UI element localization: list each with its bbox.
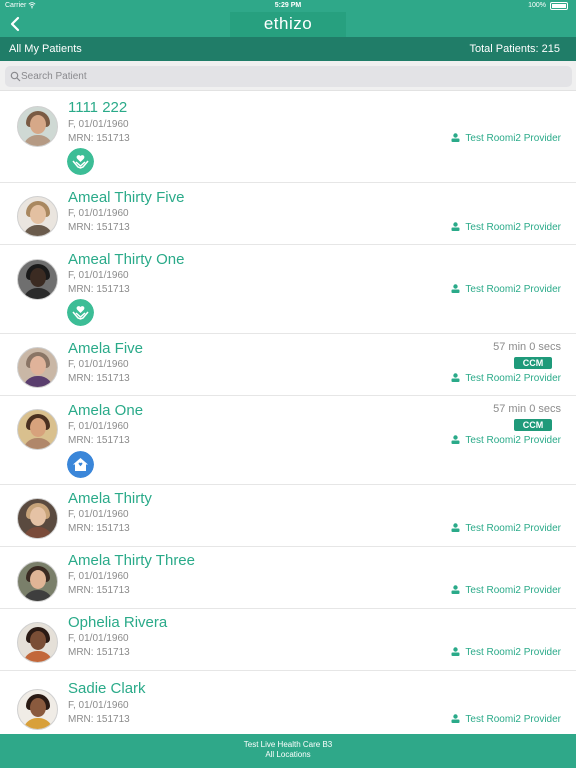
- patient-name: Ophelia Rivera: [68, 614, 168, 631]
- list-title: All My Patients: [9, 43, 82, 55]
- patient-row[interactable]: Amela Thirty Three F, 01/01/1960 MRN: 15…: [0, 547, 576, 609]
- patient-name: Amela One: [68, 402, 144, 419]
- provider-name: Test Roomi2 Provider: [465, 714, 561, 725]
- provider-name: Test Roomi2 Provider: [465, 284, 561, 295]
- ccm-badge: CCM: [514, 419, 552, 431]
- provider-name: Test Roomi2 Provider: [465, 435, 561, 446]
- back-chevron-icon[interactable]: [6, 14, 26, 34]
- list-header: All My Patients Total Patients: 215: [0, 37, 576, 61]
- patient-avatar: [17, 259, 58, 300]
- patient-mrn: MRN: 151713: [68, 714, 130, 725]
- search-bar: [0, 61, 576, 91]
- ccm-badge: CCM: [514, 357, 552, 369]
- patient-avatar: [17, 622, 58, 663]
- patient-name: Ameal Thirty One: [68, 251, 185, 268]
- patient-gender-dob: F, 01/01/1960: [68, 509, 129, 520]
- provider-name: Test Roomi2 Provider: [465, 222, 561, 233]
- app-logo: ethizo: [230, 12, 346, 37]
- search-box[interactable]: [5, 66, 572, 87]
- patient-name: Ameal Thirty Five: [68, 189, 185, 206]
- patient-gender-dob: F, 01/01/1960: [68, 700, 129, 711]
- provider-link[interactable]: Test Roomi2 Provider: [451, 222, 561, 233]
- patient-mrn: MRN: 151713: [68, 585, 130, 596]
- patient-avatar: [17, 196, 58, 237]
- patient-mrn: MRN: 151713: [68, 284, 130, 295]
- facility-name: Test Live Health Care B3: [243, 740, 333, 749]
- provider-link[interactable]: Test Roomi2 Provider: [451, 585, 561, 596]
- patient-avatar: [17, 106, 58, 147]
- patient-name: Amela Five: [68, 340, 144, 357]
- status-bar: Carrier 5:29 PM 100%: [0, 0, 576, 12]
- provider-link[interactable]: Test Roomi2 Provider: [451, 373, 561, 384]
- session-timer: 57 min 0 secs: [493, 403, 561, 415]
- person-icon: [451, 133, 460, 142]
- search-input[interactable]: [21, 66, 561, 87]
- patient-name: Amela Thirty: [68, 490, 152, 507]
- patient-row[interactable]: Ophelia Rivera F, 01/01/1960 MRN: 151713…: [0, 609, 576, 671]
- person-icon: [451, 585, 460, 594]
- person-icon: [451, 647, 460, 656]
- care-program-icon: [67, 148, 94, 175]
- patient-row[interactable]: Amela One 57 min 0 secs CCM F, 01/01/196…: [0, 396, 576, 485]
- patient-gender-dob: F, 01/01/1960: [68, 633, 129, 644]
- patient-mrn: MRN: 151713: [68, 222, 130, 233]
- patient-avatar: [17, 347, 58, 388]
- patient-gender-dob: F, 01/01/1960: [68, 119, 129, 130]
- patient-avatar: [17, 409, 58, 450]
- patient-avatar: [17, 498, 58, 539]
- care-program-icon: [67, 299, 94, 326]
- provider-name: Test Roomi2 Provider: [465, 585, 561, 596]
- location-scope: All Locations: [265, 750, 311, 759]
- patient-list: 1111 222 F, 01/01/1960 MRN: 151713 Test …: [0, 92, 576, 734]
- patient-row[interactable]: Sadie Clark F, 01/01/1960 MRN: 151713 Te…: [0, 671, 576, 734]
- patient-avatar: [17, 561, 58, 602]
- provider-name: Test Roomi2 Provider: [465, 647, 561, 658]
- person-icon: [451, 435, 460, 444]
- patient-mrn: MRN: 151713: [68, 435, 130, 446]
- total-patients-count: Total Patients: 215: [469, 43, 560, 55]
- battery-icon: [550, 2, 568, 10]
- person-icon: [451, 222, 460, 231]
- patient-mrn: MRN: 151713: [68, 647, 130, 658]
- provider-link[interactable]: Test Roomi2 Provider: [451, 435, 561, 446]
- patient-row[interactable]: Amela Thirty F, 01/01/1960 MRN: 151713 T…: [0, 485, 576, 547]
- provider-link[interactable]: Test Roomi2 Provider: [451, 523, 561, 534]
- provider-name: Test Roomi2 Provider: [465, 133, 561, 144]
- patient-gender-dob: F, 01/01/1960: [68, 421, 129, 432]
- location-footer[interactable]: Test Live Health Care B3 All Locations: [0, 734, 576, 768]
- person-icon: [451, 523, 460, 532]
- provider-link[interactable]: Test Roomi2 Provider: [451, 284, 561, 295]
- person-icon: [451, 284, 460, 293]
- patient-row[interactable]: Ameal Thirty Five F, 01/01/1960 MRN: 151…: [0, 183, 576, 245]
- patient-gender-dob: F, 01/01/1960: [68, 571, 129, 582]
- patient-gender-dob: F, 01/01/1960: [68, 270, 129, 281]
- patient-mrn: MRN: 151713: [68, 373, 130, 384]
- battery-percent: 100%: [528, 2, 546, 9]
- patient-gender-dob: F, 01/01/1960: [68, 359, 129, 370]
- patient-avatar: [17, 689, 58, 730]
- nav-bar: ethizo: [0, 12, 576, 37]
- patient-row[interactable]: Ameal Thirty One F, 01/01/1960 MRN: 1517…: [0, 245, 576, 334]
- provider-link[interactable]: Test Roomi2 Provider: [451, 647, 561, 658]
- status-time: 5:29 PM: [274, 2, 302, 9]
- search-icon: [10, 71, 21, 82]
- provider-link[interactable]: Test Roomi2 Provider: [451, 133, 561, 144]
- provider-name: Test Roomi2 Provider: [465, 523, 561, 534]
- patient-mrn: MRN: 151713: [68, 523, 130, 534]
- patient-mrn: MRN: 151713: [68, 133, 130, 144]
- provider-name: Test Roomi2 Provider: [465, 373, 561, 384]
- patient-row[interactable]: 1111 222 F, 01/01/1960 MRN: 151713 Test …: [0, 92, 576, 183]
- patient-name: Sadie Clark: [68, 680, 146, 697]
- patient-row[interactable]: Amela Five 57 min 0 secs CCM F, 01/01/19…: [0, 334, 576, 396]
- patient-gender-dob: F, 01/01/1960: [68, 208, 129, 219]
- provider-link[interactable]: Test Roomi2 Provider: [451, 714, 561, 725]
- patient-name: Amela Thirty Three: [68, 552, 195, 569]
- patient-name: 1111 222: [68, 99, 128, 116]
- home-care-icon: [67, 451, 94, 478]
- person-icon: [451, 373, 460, 382]
- person-icon: [451, 714, 460, 723]
- session-timer: 57 min 0 secs: [493, 341, 561, 353]
